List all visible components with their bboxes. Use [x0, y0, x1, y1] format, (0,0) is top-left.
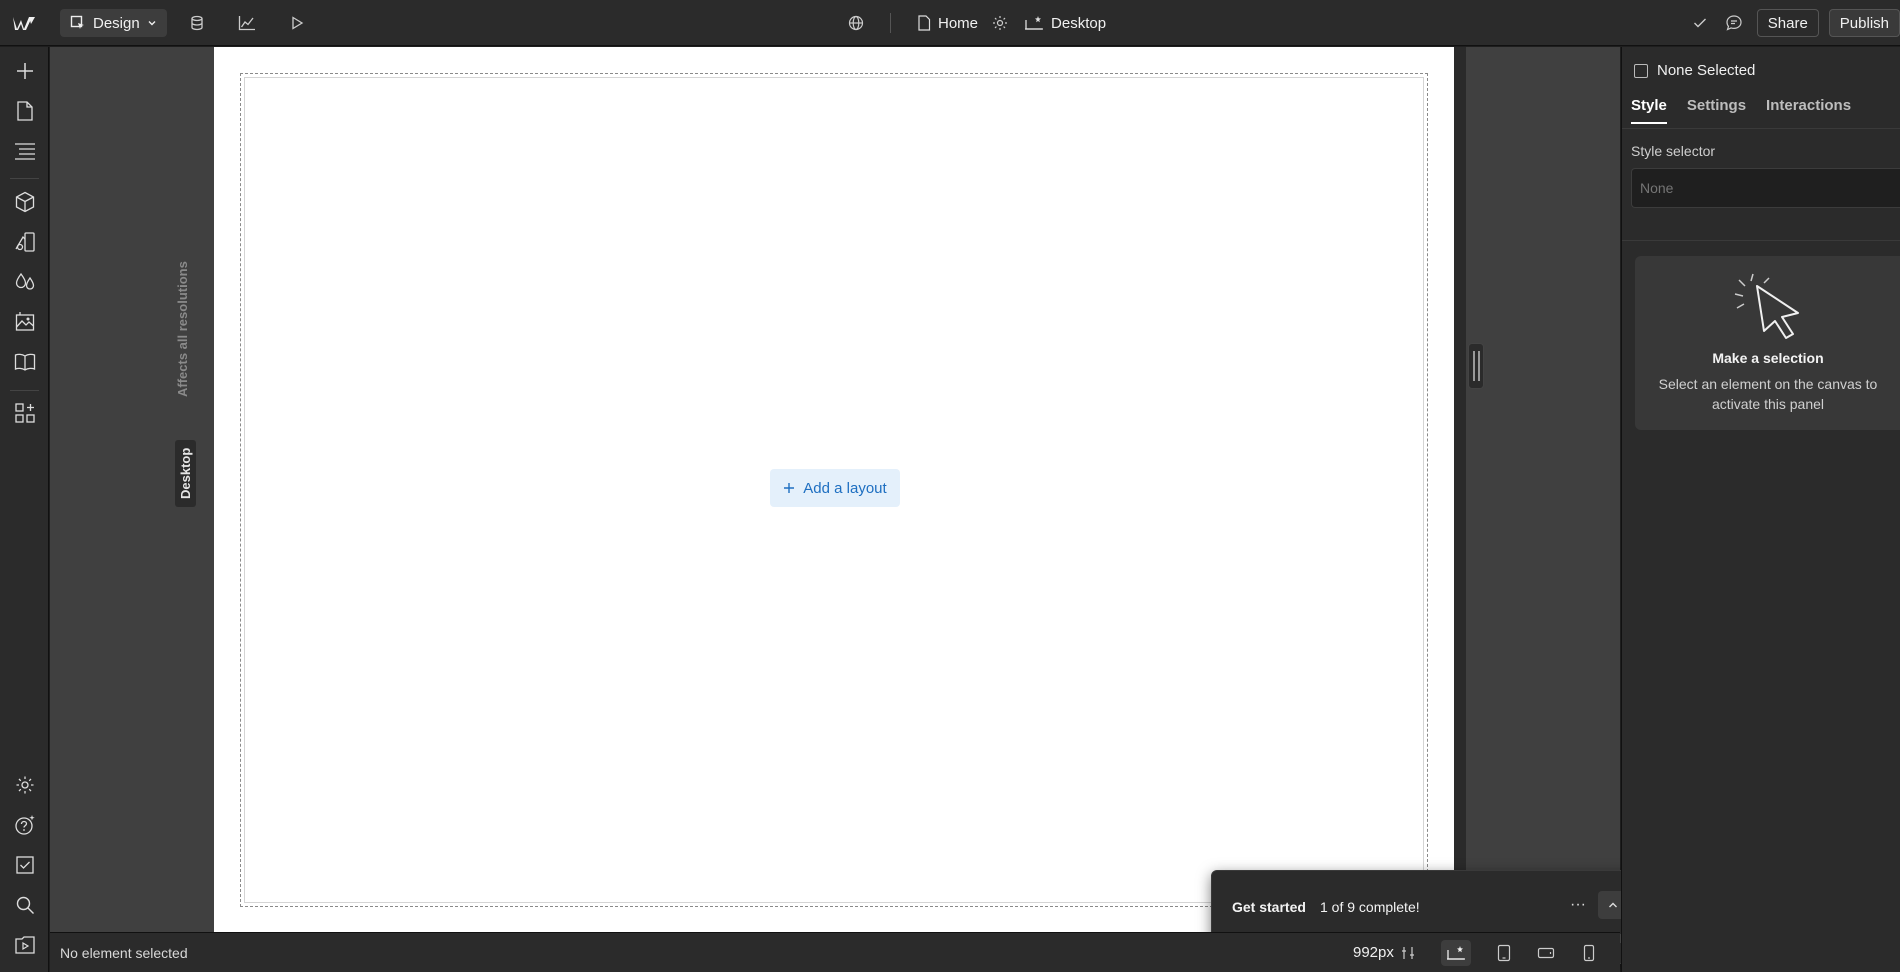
apps-grid-plus-icon[interactable] — [12, 400, 38, 426]
page-canvas[interactable]: Add a layout — [214, 47, 1454, 932]
tab-interactions[interactable]: Interactions — [1766, 97, 1851, 124]
affects-all-resolutions-label: Affects all resolutions — [175, 261, 190, 397]
navigator-icon[interactable] — [12, 138, 38, 164]
play-preview-icon[interactable] — [286, 12, 308, 34]
webflow-logo-icon[interactable] — [10, 10, 38, 36]
divider — [890, 13, 891, 33]
page-context: Home Desktop — [848, 0, 1106, 46]
mobile-landscape-breakpoint-icon[interactable] — [1531, 940, 1561, 966]
desktop-breakpoint-tag[interactable]: Desktop — [175, 439, 196, 507]
right-panel: None Selected Style Settings Interaction… — [1621, 47, 1900, 972]
selection-status: No element selected — [60, 945, 188, 961]
desktop-breakpoint-button[interactable] — [1441, 940, 1471, 966]
share-button[interactable]: Share — [1756, 9, 1819, 37]
toolbar-divider — [10, 390, 39, 391]
canvas-width-value: 992px — [1353, 944, 1394, 961]
tablet-breakpoint-icon[interactable] — [1489, 940, 1519, 966]
globe-icon[interactable] — [848, 15, 864, 31]
make-selection-description: Select an element on the canvas to activ… — [1658, 376, 1878, 412]
style-selectors-icon[interactable] — [12, 229, 38, 255]
get-started-title: Get started — [1232, 899, 1306, 915]
help-ai-icon[interactable] — [12, 812, 38, 838]
width-adjust-icon — [1401, 946, 1414, 959]
mobile-portrait-breakpoint-icon[interactable] — [1574, 940, 1604, 966]
design-mode-button[interactable]: Design — [60, 9, 167, 37]
desktop-star-icon — [1447, 946, 1465, 960]
plus-icon — [784, 483, 795, 493]
canvas-area: Affects all resolutions Desktop Add a la… — [50, 47, 1647, 964]
breakpoint-side-labels: Affects all resolutions Desktop — [175, 247, 199, 507]
publish-button[interactable]: Publish — [1828, 9, 1900, 37]
desktop-star-icon — [1025, 16, 1044, 30]
get-started-progress-text: 1 of 9 complete! — [1320, 899, 1420, 915]
cursor-box-icon — [70, 15, 84, 29]
style-selector-label: Style selector — [1631, 143, 1716, 159]
breakpoint-selector[interactable]: Desktop — [1024, 15, 1106, 32]
panel-tabs: Style Settings Interactions — [1631, 97, 1851, 124]
toolbar-divider — [10, 178, 39, 179]
add-elements-plus-icon[interactable] — [12, 58, 38, 84]
more-options-icon[interactable]: ··· — [1566, 895, 1590, 915]
selection-checkbox[interactable] — [1634, 63, 1648, 78]
cms-book-icon[interactable] — [12, 349, 38, 375]
tab-style[interactable]: Style — [1631, 97, 1667, 124]
audit-checkbox-icon[interactable] — [12, 852, 38, 878]
chevron-down-icon — [148, 21, 156, 26]
add-layout-label: Add a layout — [803, 479, 887, 497]
search-icon[interactable] — [12, 892, 38, 918]
left-toolbar — [0, 47, 49, 972]
cursor-click-icon — [1734, 273, 1799, 339]
page-icon — [918, 15, 931, 31]
status-bar: No element selected 992px — [50, 932, 1620, 972]
breakpoint-name: Desktop — [1051, 14, 1107, 32]
site-settings-gear-icon[interactable] — [12, 772, 38, 798]
selection-indicator[interactable]: None Selected — [1634, 62, 1755, 79]
canvas-right-gutter — [1454, 47, 1466, 932]
style-selector-input[interactable] — [1631, 168, 1900, 208]
topbar-actions: Share Publish — [1693, 0, 1900, 46]
make-selection-card: Make a selection Select an element on th… — [1635, 256, 1900, 430]
panel-divider — [1622, 240, 1900, 241]
database-icon[interactable] — [186, 12, 208, 34]
page-name: Home — [938, 14, 979, 32]
grip-line — [1477, 351, 1480, 381]
none-selected-label: None Selected — [1657, 62, 1756, 79]
analytics-icon[interactable] — [236, 12, 258, 34]
components-cube-icon[interactable] — [12, 189, 38, 215]
video-tutorials-icon[interactable] — [12, 932, 38, 958]
add-layout-button[interactable]: Add a layout — [770, 469, 900, 507]
top-bar: Design Home Desktop Share Publish — [0, 0, 1900, 46]
comments-icon[interactable] — [1725, 14, 1743, 32]
canvas-width-readout[interactable]: 992px — [1353, 944, 1416, 961]
grip-line — [1472, 351, 1475, 381]
checkmark-icon[interactable] — [1693, 17, 1707, 29]
variables-drops-icon[interactable] — [12, 269, 38, 295]
page-settings-gear-icon[interactable] — [992, 15, 1008, 31]
tab-settings[interactable]: Settings — [1687, 97, 1746, 124]
assets-image-icon[interactable] — [12, 309, 38, 335]
make-selection-title: Make a selection — [1712, 350, 1824, 366]
design-mode-label: Design — [93, 14, 140, 32]
tabs-divider — [1622, 128, 1900, 129]
canvas-resize-handle[interactable] — [1468, 343, 1484, 389]
pages-icon[interactable] — [12, 98, 38, 124]
page-selector[interactable]: Home — [917, 15, 978, 32]
